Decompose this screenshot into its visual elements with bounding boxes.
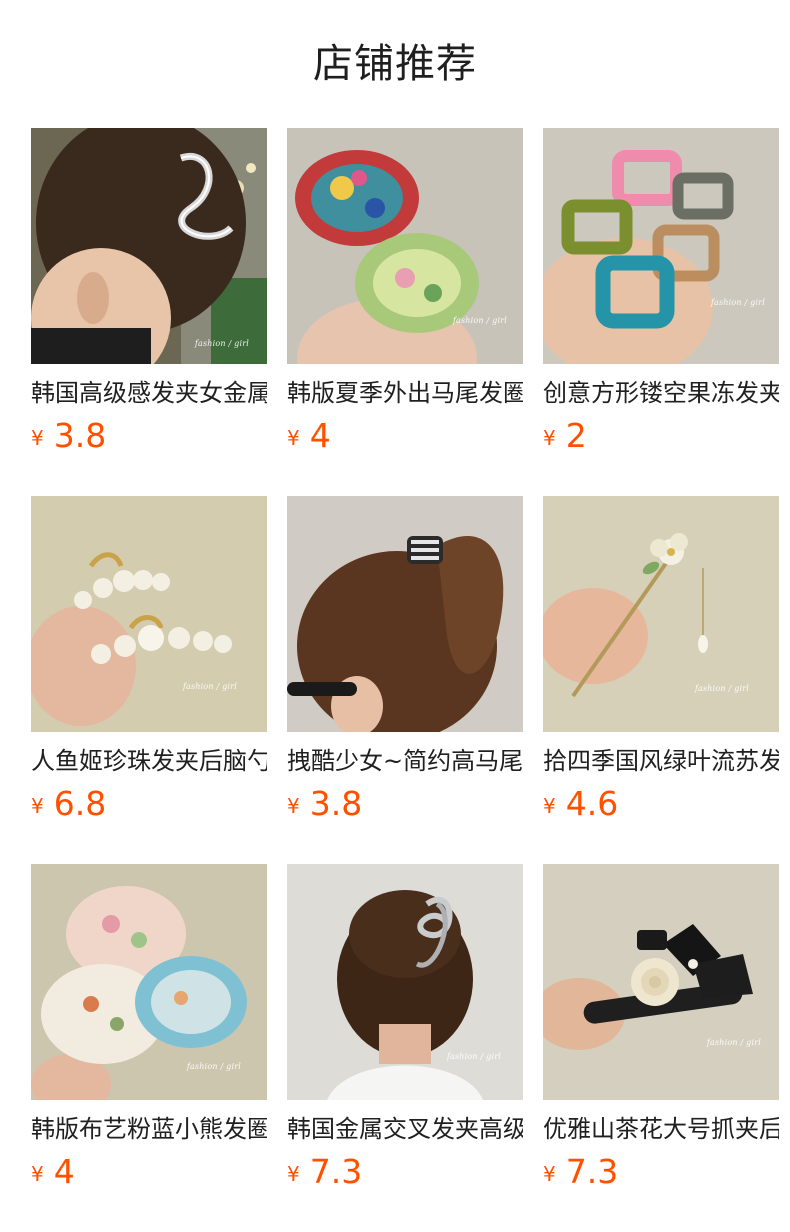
store-recommendations-page: 店铺推荐 fashion / girl 韩国高级感发夹女金属 ¥ 3.8 fas… <box>0 0 790 1232</box>
product-image[interactable]: fashion / girl <box>31 864 267 1100</box>
product-card[interactable]: fashion / girl 创意方形镂空果冻发夹 ¥2 <box>543 128 779 458</box>
product-card[interactable]: fashion / girl 韩版夏季外出马尾发圈 ¥4 <box>287 128 523 458</box>
product-price: ¥7.3 <box>543 1150 618 1194</box>
watermark: fashion / girl <box>694 684 749 693</box>
product-image[interactable]: fashion / girl <box>287 128 523 364</box>
product-price: ¥4 <box>287 414 331 458</box>
product-name[interactable]: 韩版布艺粉蓝小熊发圈 <box>31 1111 267 1147</box>
watermark: fashion / girl <box>452 316 507 325</box>
price-amount: 4.6 <box>565 784 619 823</box>
product-image[interactable]: fashion / girl <box>543 128 779 364</box>
product-name[interactable]: 韩版夏季外出马尾发圈 <box>287 375 523 411</box>
product-price: ¥4 <box>31 1150 75 1194</box>
product-name[interactable]: 创意方形镂空果冻发夹 <box>543 375 779 411</box>
product-price: ¥6.8 <box>31 782 106 826</box>
product-card[interactable]: 拽酷少女~简约高马尾抓夹 ¥3.8 <box>287 496 523 826</box>
pearl-hair-clip-photo <box>31 496 267 732</box>
product-name[interactable]: 人鱼姬珍珠发夹后脑勺 <box>31 743 267 779</box>
watermark: fashion / girl <box>710 298 765 307</box>
watermark: fashion / girl <box>706 1038 761 1047</box>
camellia-bow-claw-photo <box>543 864 779 1100</box>
price-amount: 3.8 <box>53 416 107 455</box>
product-card[interactable]: fashion / girl 优雅山茶花大号抓夹后脑勺 ¥7.3 <box>543 864 779 1194</box>
product-name[interactable]: 拾四季国风绿叶流苏发簪 <box>543 743 779 779</box>
price-amount: 7.3 <box>309 1152 363 1191</box>
product-price: ¥3.8 <box>31 414 106 458</box>
currency-symbol: ¥ <box>287 1162 300 1186</box>
price-amount: 7.3 <box>565 1152 619 1191</box>
price-amount: 6.8 <box>53 784 107 823</box>
product-price: ¥4.6 <box>543 782 618 826</box>
product-card[interactable]: fashion / girl 韩版布艺粉蓝小熊发圈 ¥4 <box>31 864 267 1194</box>
price-amount: 3.8 <box>309 784 363 823</box>
price-amount: 4 <box>309 416 331 455</box>
gold-hair-claw-photo <box>31 128 267 364</box>
product-price: ¥2 <box>543 414 587 458</box>
product-image[interactable]: fashion / girl <box>31 128 267 364</box>
currency-symbol: ¥ <box>31 794 44 818</box>
currency-symbol: ¥ <box>287 426 300 450</box>
currency-symbol: ¥ <box>31 426 44 450</box>
currency-symbol: ¥ <box>31 1162 44 1186</box>
metal-cross-claw-photo <box>287 864 523 1100</box>
watermark: fashion / girl <box>446 1052 501 1061</box>
product-image[interactable]: fashion / girl <box>31 496 267 732</box>
product-name[interactable]: 优雅山茶花大号抓夹后脑勺 <box>543 1111 779 1147</box>
product-image[interactable]: fashion / girl <box>543 496 779 732</box>
currency-symbol: ¥ <box>543 1162 556 1186</box>
product-image[interactable]: fashion / girl <box>543 864 779 1100</box>
product-name[interactable]: 韩国金属交叉发夹高级感 <box>287 1111 523 1147</box>
page-title: 店铺推荐 <box>313 41 477 87</box>
price-amount: 4 <box>53 1152 75 1191</box>
flower-hairpin-photo <box>543 496 779 732</box>
watermark: fashion / girl <box>186 1062 241 1071</box>
product-price: ¥7.3 <box>287 1150 362 1194</box>
square-jelly-claw-photo <box>543 128 779 364</box>
watermark: fashion / girl <box>194 339 249 348</box>
product-image[interactable]: fashion / girl <box>287 864 523 1100</box>
watermark: fashion / girl <box>182 682 237 691</box>
product-name[interactable]: 拽酷少女~简约高马尾抓夹 <box>287 743 523 779</box>
ponytail-claw-photo <box>287 496 523 732</box>
currency-symbol: ¥ <box>287 794 300 818</box>
product-image[interactable] <box>287 496 523 732</box>
currency-symbol: ¥ <box>543 426 556 450</box>
currency-symbol: ¥ <box>543 794 556 818</box>
floral-scrunchie-photo <box>287 128 523 364</box>
product-card[interactable]: fashion / girl 拾四季国风绿叶流苏发簪 ¥4.6 <box>543 496 779 826</box>
product-card[interactable]: fashion / girl 韩国金属交叉发夹高级感 ¥7.3 <box>287 864 523 1194</box>
product-name[interactable]: 韩国高级感发夹女金属抓夹 <box>31 375 267 411</box>
product-card[interactable]: fashion / girl 人鱼姬珍珠发夹后脑勺 ¥6.8 <box>31 496 267 826</box>
price-amount: 2 <box>565 416 587 455</box>
product-card[interactable]: fashion / girl 韩国高级感发夹女金属抓夹 ¥3.8 <box>31 128 267 458</box>
product-price: ¥3.8 <box>287 782 362 826</box>
